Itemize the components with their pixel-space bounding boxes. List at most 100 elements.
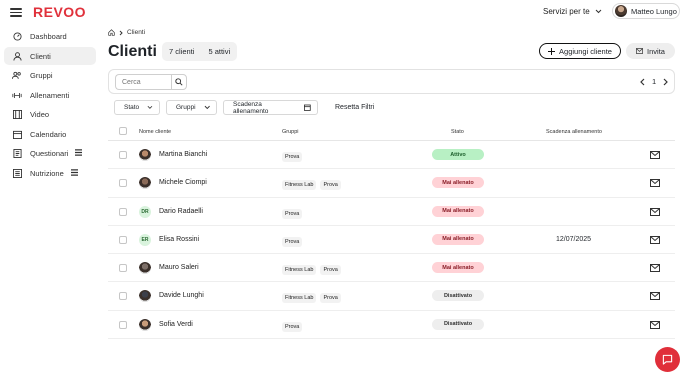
nutrition-icon: [12, 168, 22, 178]
client-name[interactable]: Martina Bianchi: [159, 151, 207, 158]
group-tags: Fitness Lab Prova: [282, 293, 341, 304]
sidebar-item-label: Nutrizione: [30, 168, 64, 178]
row-checkbox[interactable]: [119, 235, 127, 244]
select-all-checkbox[interactable]: [119, 127, 127, 135]
col-status-header: Stato: [451, 129, 464, 135]
video-icon: [12, 110, 22, 120]
search-button[interactable]: [171, 74, 187, 90]
user-menu[interactable]: Matteo Lungo: [612, 3, 680, 19]
deadline-filter[interactable]: Scadenza allenamento: [223, 100, 318, 115]
survey-icon: [12, 149, 22, 159]
group-tag: Fitness Lab: [282, 180, 317, 191]
table-row[interactable]: Sofia Verdi Prova Disattivato: [108, 311, 675, 340]
client-name[interactable]: Michele Ciompi: [159, 179, 207, 186]
mail-icon[interactable]: [650, 207, 660, 216]
group-tags: Prova: [282, 152, 303, 162]
group-tags: Fitness Lab Prova: [282, 265, 341, 276]
chevron-down-icon: [204, 105, 210, 110]
sidebar-item-clienti[interactable]: Clienti: [4, 47, 96, 65]
group-tag: Prova: [282, 152, 303, 162]
client-name[interactable]: Davide Lunghi: [159, 292, 204, 299]
row-checkbox[interactable]: [119, 179, 127, 188]
mail-icon[interactable]: [650, 264, 660, 273]
stacked-badge-icon: [74, 149, 83, 158]
top-bar: REVOO Servizi per te Matteo Lungo: [0, 0, 688, 24]
sidebar-item-gruppi[interactable]: Gruppi: [4, 67, 96, 85]
client-name[interactable]: Sofia Verdi: [159, 321, 193, 328]
sidebar-item-questionari[interactable]: Questionari: [4, 145, 96, 163]
sidebar-item-label: Dashboard: [30, 32, 67, 41]
table-row[interactable]: Martina Bianchi Prova Attivo: [108, 141, 675, 170]
col-deadline-header: Scadenza allenamento: [546, 129, 602, 135]
groups-filter[interactable]: Gruppi: [166, 100, 217, 115]
mail-icon[interactable]: [650, 151, 660, 159]
hamburger-menu-icon[interactable]: [10, 6, 22, 18]
user-icon: [12, 51, 22, 61]
status-badge: Mai allenato: [432, 233, 484, 245]
row-checkbox[interactable]: [119, 207, 127, 216]
sidebar-item-calendario[interactable]: Calendario: [4, 125, 96, 143]
services-dropdown[interactable]: Servizi per te: [543, 7, 602, 16]
table-row[interactable]: DR Dario Radaelli Prova Mai allenato: [108, 198, 675, 226]
table-header: Nome cliente Gruppi Stato Scadenza allen…: [108, 122, 675, 141]
table-row[interactable]: Davide Lunghi Fitness Lab Prova Disattiva…: [108, 282, 675, 311]
reset-filters-button[interactable]: Resetta Filtri: [335, 104, 374, 111]
add-client-button[interactable]: Aggiungi cliente: [539, 43, 621, 59]
sidebar-item-label: Gruppi: [30, 71, 53, 80]
mail-icon[interactable]: [650, 235, 660, 244]
sidebar-item-label: Calendario: [30, 129, 67, 139]
stacked-badge-icon: [70, 168, 79, 178]
client-count-pill: 7 clienti 5 attivi: [162, 42, 238, 61]
status-badge: Disattivato: [432, 290, 484, 302]
deadline-filter-label: Scadenza allenamento: [233, 100, 269, 115]
table-row[interactable]: Mauro Saleri Fitness Lab Prova Mai allena…: [108, 254, 675, 283]
sidebar-item-label: Clienti: [30, 51, 51, 61]
status-badge: Disattivato: [432, 318, 484, 330]
group-tag: Prova: [320, 180, 341, 191]
chat-button[interactable]: [655, 347, 680, 372]
chevron-left-icon[interactable]: [640, 78, 645, 86]
avatar: [139, 177, 151, 190]
row-checkbox[interactable]: [119, 292, 127, 301]
table-row[interactable]: Michele Ciompi Fitness Lab Prova Mai alle…: [108, 169, 675, 198]
row-checkbox[interactable]: [119, 264, 127, 273]
calendar-icon: [12, 129, 22, 139]
avatar: DR: [139, 205, 151, 218]
sidebar-item-nutrizione[interactable]: Nutrizione: [4, 164, 96, 182]
client-name[interactable]: Dario Radaelli: [159, 208, 203, 215]
avatar: ER: [139, 233, 151, 246]
user-name: Matteo Lungo: [631, 6, 677, 16]
group-tag: Prova: [282, 236, 303, 247]
status-badge: Mai allenato: [432, 177, 484, 189]
sidebar-item-dashboard[interactable]: Dashboard: [4, 28, 96, 46]
clients-table: Nome cliente Gruppi Stato Scadenza allen…: [108, 122, 675, 340]
search-input[interactable]: [115, 74, 171, 90]
logo: REVOO: [33, 4, 87, 20]
sidebar-item-label: Allenamenti: [30, 90, 70, 100]
table-row[interactable]: ER Elisa Rossini Prova Mai allenato 12/0…: [108, 226, 675, 255]
group-tag: Prova: [320, 293, 341, 304]
client-name[interactable]: Elisa Rossini: [159, 236, 199, 243]
services-label: Servizi per te: [543, 7, 590, 16]
row-checkbox[interactable]: [119, 151, 127, 159]
pagination: 1: [640, 77, 669, 86]
row-checkbox[interactable]: [119, 320, 127, 329]
sidebar-item-video[interactable]: Video: [4, 106, 96, 124]
sidebar-item-label: Video: [30, 110, 50, 119]
sidebar-item-allenamenti[interactable]: Allenamenti: [4, 86, 96, 104]
client-name[interactable]: Mauro Saleri: [159, 264, 199, 271]
mail-icon[interactable]: [650, 292, 660, 301]
page-title: Clienti: [108, 43, 157, 60]
group-tags: Fitness Lab Prova: [282, 180, 341, 191]
mail-icon[interactable]: [650, 320, 660, 329]
mail-icon[interactable]: [650, 179, 660, 188]
status-badge: Attivo: [432, 149, 484, 160]
chevron-right-icon[interactable]: [663, 78, 669, 86]
page-number: 1: [652, 77, 657, 86]
avatar: [615, 5, 627, 17]
status-filter[interactable]: Stato: [114, 100, 160, 115]
plus-icon: [548, 47, 556, 55]
invite-button[interactable]: Invita: [626, 43, 675, 59]
home-icon[interactable]: [108, 29, 115, 36]
chat-icon: [662, 354, 673, 365]
